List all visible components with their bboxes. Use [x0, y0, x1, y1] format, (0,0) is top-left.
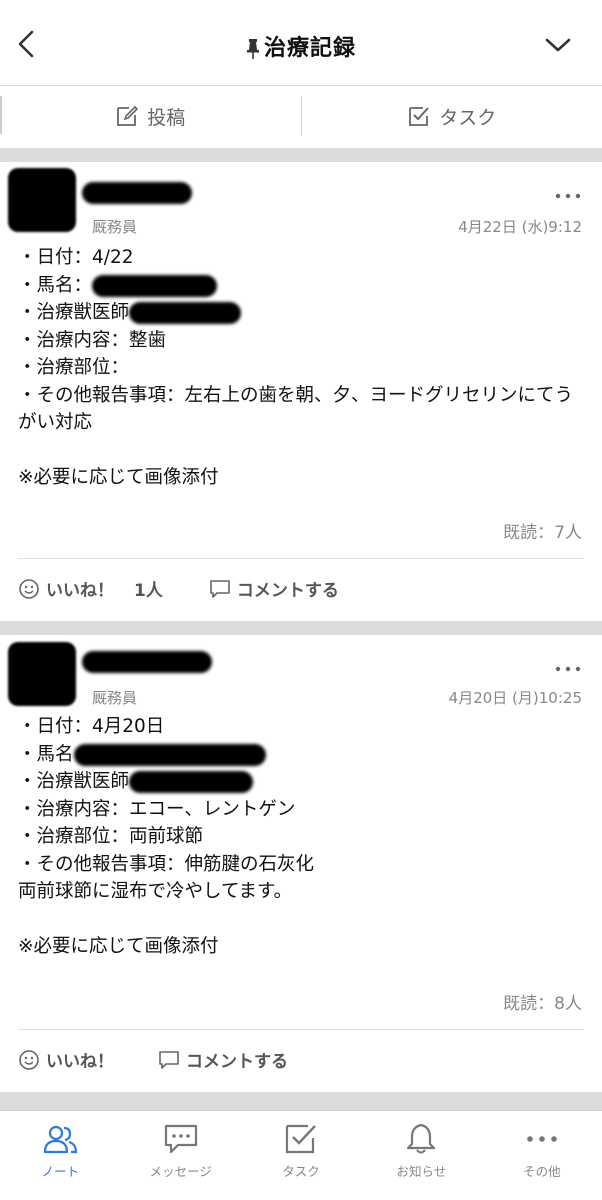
- task-button-label: タスク: [439, 106, 497, 129]
- redacted-text: [129, 771, 254, 793]
- section-gap: [0, 621, 602, 635]
- field-vet-label: ・治療獣医師: [18, 771, 130, 792]
- post-button[interactable]: 投稿: [0, 86, 301, 146]
- field-vet: ・治療獣医師: [18, 768, 584, 796]
- field-site: ・治療部位：両前球節: [18, 826, 204, 847]
- compose-icon: [117, 105, 139, 126]
- read-count[interactable]: 既読：7人: [503, 518, 582, 543]
- post-date: 4月22日 (水)9:12: [458, 218, 582, 236]
- field-content: ・治療内容：エコー、レントゲン: [18, 798, 296, 820]
- chevron-down-icon: [545, 38, 571, 52]
- read-count[interactable]: 既読：8人: [503, 989, 582, 1014]
- post-body: ・日付：4/22 ・馬名： ・治療獣医師 ・治療内容：整歯 ・治療部位： ・その…: [18, 244, 584, 492]
- post-button-label: 投稿: [147, 106, 186, 129]
- post-date: 4月20日 (月)10:25: [448, 689, 582, 707]
- comment-button[interactable]: コメントする: [158, 1047, 288, 1072]
- app-header: 治療記録: [0, 0, 602, 86]
- avatar: [8, 168, 76, 232]
- field-date: ・日付：4月20日: [18, 716, 165, 737]
- like-button[interactable]: いいね！: [18, 1047, 114, 1072]
- post-card[interactable]: 厩務員 4月20日 (月)10:25 ・日付：4月20日 ・馬名 ・治療獣医師 …: [0, 635, 602, 1091]
- field-vet: ・治療獣医師: [18, 299, 584, 327]
- title-menu-button[interactable]: [544, 36, 572, 58]
- section-gap: [0, 1092, 602, 1110]
- field-content: ・治療内容：整歯: [18, 329, 167, 351]
- nav-item-messages[interactable]: メッセージ: [120, 1111, 240, 1200]
- redacted-text: [129, 302, 242, 324]
- field-date: ・日付：4/22: [18, 247, 134, 268]
- like-label: いいね！: [46, 581, 114, 601]
- divider: [18, 1029, 584, 1030]
- task-check-icon: [409, 107, 429, 126]
- bell-icon: [407, 1123, 436, 1154]
- more-options-button[interactable]: [554, 657, 582, 678]
- divider: [0, 96, 2, 134]
- action-bar: 投稿 タスク: [0, 86, 602, 146]
- field-other: ・その他報告事項：伸筋腱の石灰化: [18, 853, 315, 875]
- nav-item-note[interactable]: ノート: [0, 1111, 120, 1200]
- author-role: 厩務員: [92, 689, 138, 707]
- comment-icon: [159, 1050, 179, 1069]
- nav-item-label: メッセージ: [149, 1164, 212, 1179]
- nav-item-notifications[interactable]: お知らせ: [361, 1111, 481, 1200]
- task-button[interactable]: タスク: [300, 96, 602, 136]
- like-label: いいね！: [46, 1052, 114, 1072]
- field-other: ・その他報告事項：左右上の歯を朝、夕、ヨードグリセリンにてうがい対応: [18, 384, 574, 434]
- attachment-note: ※必要に応じて画像添付: [18, 467, 219, 488]
- post-body: ・日付：4月20日 ・馬名 ・治療獣医師 ・治療内容：エコー、レントゲン ・治療…: [18, 713, 584, 961]
- smile-icon: [19, 578, 39, 599]
- more-dots-icon: [555, 666, 581, 672]
- avatar: [8, 642, 76, 706]
- section-gap: [0, 148, 602, 162]
- page-title: 治療記録: [0, 30, 602, 62]
- page-title-text: 治療記録: [263, 36, 356, 61]
- author-name-redacted: [82, 182, 192, 204]
- redacted-text: [73, 743, 266, 766]
- like-count[interactable]: 1人: [134, 576, 163, 601]
- nav-item-label: その他: [523, 1164, 561, 1179]
- field-horse: ・馬名：: [18, 272, 584, 300]
- comment-label: コメントする: [236, 581, 339, 601]
- people-icon: [44, 1125, 78, 1154]
- reaction-bar: いいね！ コメントする: [18, 1047, 288, 1072]
- field-extra: 両前球節に湿布で冷やしてます。: [18, 881, 293, 902]
- nav-item-other[interactable]: その他: [482, 1111, 602, 1200]
- field-horse-label: ・馬名: [18, 743, 74, 765]
- post-card[interactable]: 厩務員 4月22日 (水)9:12 ・日付：4/22 ・馬名： ・治療獣医師 ・…: [0, 162, 602, 622]
- redacted-text: [92, 274, 218, 297]
- comment-icon: [210, 579, 230, 598]
- more-dots-icon: [555, 193, 581, 199]
- divider: [18, 558, 584, 559]
- field-horse: ・馬名: [18, 741, 584, 769]
- author-name-redacted: [82, 651, 212, 673]
- more-dots-icon: [527, 1136, 557, 1142]
- pin-icon: [246, 39, 259, 59]
- comment-label: コメントする: [186, 1052, 288, 1072]
- reaction-bar: いいね！ 1人 コメントする: [18, 576, 339, 601]
- field-site: ・治療部位：: [18, 357, 130, 378]
- more-options-button[interactable]: [554, 184, 582, 205]
- comment-button[interactable]: コメントする: [209, 576, 339, 601]
- attachment-note: ※必要に応じて画像添付: [18, 936, 219, 957]
- bottom-nav: ノート メッセージ タスク お知らせ その他: [0, 1110, 602, 1200]
- nav-item-label: お知らせ: [396, 1164, 447, 1179]
- author-role: 厩務員: [92, 218, 138, 236]
- nav-item-label: ノート: [41, 1164, 79, 1179]
- like-button[interactable]: いいね！ 1人: [18, 576, 163, 601]
- field-vet-label: ・治療獣医師: [18, 302, 130, 323]
- smile-icon: [19, 1049, 39, 1070]
- nav-item-tasks[interactable]: タスク: [241, 1111, 361, 1200]
- field-horse-label: ・馬名：: [18, 274, 93, 296]
- task-check-icon: [285, 1124, 316, 1154]
- chat-bubble-icon: [164, 1124, 197, 1154]
- nav-item-label: タスク: [282, 1164, 320, 1179]
